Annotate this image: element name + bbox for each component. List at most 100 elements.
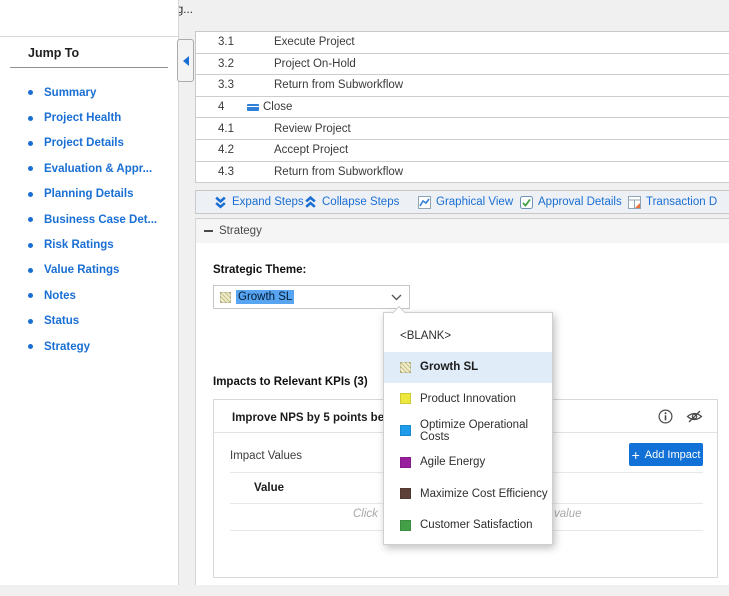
chevron-left-icon xyxy=(183,56,189,66)
dropdown-option-optimize-operational-costs[interactable]: Optimize Operational Costs xyxy=(384,415,552,447)
collapse-steps-icon xyxy=(304,196,317,209)
approval-details-button[interactable]: Approval Details xyxy=(520,191,622,213)
sidebar-item-business-case-details[interactable]: Business Case Det... xyxy=(28,207,157,232)
sidebar-item-label: Risk Ratings xyxy=(44,239,114,251)
collapse-step-icon[interactable] xyxy=(247,104,259,111)
sidebar-item-summary[interactable]: Summary xyxy=(28,80,157,105)
sidebar-item-label: Status xyxy=(44,315,79,327)
sidebar-item-value-ratings[interactable]: Value Ratings xyxy=(28,258,157,283)
bullet-icon xyxy=(28,243,33,248)
sidebar-item-status[interactable]: Status xyxy=(28,309,157,334)
plus-icon: + xyxy=(632,448,640,462)
step-name: Close xyxy=(263,101,292,113)
step-name: Accept Project xyxy=(274,144,348,156)
dropdown-option-maximize-cost-efficiency[interactable]: Maximize Cost Efficiency xyxy=(384,478,552,510)
sidebar-item-evaluation-approval[interactable]: Evaluation & Appr... xyxy=(28,156,157,181)
dropdown-option-blank[interactable]: <BLANK> xyxy=(384,320,552,352)
sidebar-item-label: Planning Details xyxy=(44,188,133,200)
step-name: Execute Project xyxy=(274,36,355,48)
bullet-icon xyxy=(28,90,33,95)
toolbar-label: Approval Details xyxy=(538,196,622,208)
workflow-toolbar: Expand Steps Collapse Steps Graphical Vi… xyxy=(195,190,729,214)
transaction-details-button[interactable]: Transaction D xyxy=(628,191,717,213)
step-number: 4.1 xyxy=(196,123,274,135)
impact-values-label: Impact Values xyxy=(230,450,302,462)
jump-to-list: Summary Project Health Project Details E… xyxy=(28,80,157,359)
step-number: 3.1 xyxy=(196,36,274,48)
sidebar-item-risk-ratings[interactable]: Risk Ratings xyxy=(28,232,157,257)
option-color-swatch xyxy=(400,362,411,373)
toolbar-label: Graphical View xyxy=(436,196,513,208)
sidebar-item-planning-details[interactable]: Planning Details xyxy=(28,182,157,207)
add-impact-button[interactable]: + Add Impact xyxy=(629,443,703,466)
strategic-theme-combobox[interactable]: Growth SL xyxy=(213,285,410,309)
dropdown-option-customer-satisfaction[interactable]: Customer Satisfaction xyxy=(384,510,552,542)
approval-details-icon xyxy=(520,196,533,209)
dropdown-option-product-innovation[interactable]: Product Innovation xyxy=(384,383,552,415)
strategic-theme-label: Strategic Theme: xyxy=(213,264,306,276)
sidebar-item-notes[interactable]: Notes xyxy=(28,283,157,308)
chevron-down-icon xyxy=(391,294,402,301)
option-label: Customer Satisfaction xyxy=(420,519,533,531)
collapse-section-icon xyxy=(204,230,213,232)
sidebar-top-divider xyxy=(0,36,178,37)
sidebar-item-label: Notes xyxy=(44,290,76,302)
option-color-swatch xyxy=(400,425,411,436)
step-number: 4.3 xyxy=(196,166,274,178)
expand-steps-icon xyxy=(214,196,227,209)
table-row[interactable]: 4.2Accept Project xyxy=(196,140,729,162)
table-row[interactable]: 3.1Execute Project xyxy=(196,32,729,54)
collapse-steps-button[interactable]: Collapse Steps xyxy=(304,191,399,213)
table-row[interactable]: 4.1Review Project xyxy=(196,118,729,140)
step-number: 4.2 xyxy=(196,144,274,156)
bullet-icon xyxy=(28,344,33,349)
step-name: Return from Subworkflow xyxy=(274,79,403,91)
strategy-section-header[interactable]: Strategy xyxy=(195,218,729,243)
sidebar-item-label: Project Details xyxy=(44,137,124,149)
sidebar-item-label: Strategy xyxy=(44,341,90,353)
sidebar-item-project-health[interactable]: Project Health xyxy=(28,105,157,130)
table-row[interactable]: 3.2Project On-Hold xyxy=(196,54,729,76)
sidebar-item-project-details[interactable]: Project Details xyxy=(28,131,157,156)
step-name: Project On-Hold xyxy=(274,58,356,70)
transaction-details-icon xyxy=(628,196,641,209)
info-icon[interactable] xyxy=(658,409,673,424)
graphical-view-button[interactable]: Graphical View xyxy=(418,191,513,213)
option-color-swatch xyxy=(400,520,411,531)
impacts-heading: Impacts to Relevant KPIs (3) xyxy=(213,376,368,388)
dropdown-option-agile-energy[interactable]: Agile Energy xyxy=(384,446,552,478)
option-color-swatch xyxy=(400,457,411,468)
expand-steps-button[interactable]: Expand Steps xyxy=(214,191,304,213)
step-number: 3.2 xyxy=(196,58,274,70)
option-label: Optimize Operational Costs xyxy=(420,419,552,443)
sidebar-item-label: Evaluation & Appr... xyxy=(44,163,152,175)
table-row[interactable]: 4 Close xyxy=(196,97,729,119)
option-label: <BLANK> xyxy=(400,330,451,342)
sidebar-item-strategy[interactable]: Strategy xyxy=(28,334,157,359)
sidebar-collapse-handle[interactable] xyxy=(177,39,194,82)
step-name: Review Project xyxy=(274,123,351,135)
option-color-swatch xyxy=(400,488,411,499)
bullet-icon xyxy=(28,217,33,222)
table-row[interactable]: 3.3Return from Subworkflow xyxy=(196,75,729,97)
dropdown-option-growth-sl[interactable]: Growth SL xyxy=(384,352,552,384)
toolbar-label: Transaction D xyxy=(646,196,717,208)
option-color-swatch xyxy=(400,393,411,404)
bullet-icon xyxy=(28,166,33,171)
jump-to-title: Jump To xyxy=(28,46,79,60)
bullet-icon xyxy=(28,293,33,298)
strategic-theme-dropdown: <BLANK> Growth SL Product Innovation Opt… xyxy=(383,312,553,545)
step-number: 4 xyxy=(196,101,247,113)
option-label: Agile Energy xyxy=(420,456,485,468)
kpi-card-title: Improve NPS by 5 points before xyxy=(232,412,406,424)
sidebar-item-label: Value Ratings xyxy=(44,264,119,276)
hide-eye-slash-icon[interactable] xyxy=(686,409,703,424)
empty-row-placeholder-left: Click xyxy=(353,508,378,520)
sidebar-item-label: Summary xyxy=(44,87,96,99)
bullet-icon xyxy=(28,319,33,324)
table-row[interactable]: 4.3Return from Subworkflow xyxy=(196,162,729,184)
combobox-selected-value: Growth SL xyxy=(236,290,294,304)
sidebar-item-label: Business Case Det... xyxy=(44,214,157,226)
value-column-header: Value xyxy=(254,482,284,494)
toolbar-label: Collapse Steps xyxy=(322,196,399,208)
